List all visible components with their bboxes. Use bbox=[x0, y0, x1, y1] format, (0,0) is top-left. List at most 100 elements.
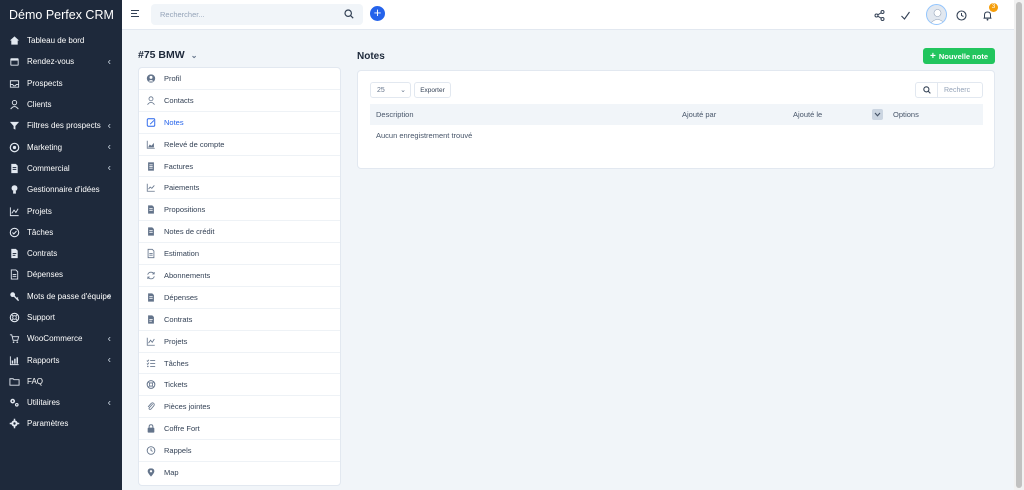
sidebar-item-label: Gestionnaire d'idées bbox=[27, 185, 100, 195]
sidebar-item-10[interactable]: Tâches bbox=[0, 222, 122, 243]
chevron-left-icon: ‹ bbox=[107, 141, 111, 153]
search-icon[interactable] bbox=[344, 9, 354, 21]
sidebar-item-1[interactable]: Tableau de bord bbox=[0, 30, 122, 51]
column-added-by[interactable]: Ajouté par bbox=[682, 110, 716, 119]
sidebar-item-16[interactable]: Rapports ‹ bbox=[0, 349, 122, 370]
quick-add-button[interactable]: + bbox=[370, 6, 385, 21]
invoice-icon bbox=[146, 161, 156, 171]
page-size-select[interactable]: 25 ⌄ bbox=[370, 82, 411, 98]
tab-1[interactable]: Profil bbox=[139, 68, 340, 90]
top-header: Rechercher... + 3 bbox=[122, 0, 1014, 30]
check-circle-icon bbox=[9, 227, 20, 238]
check-icon[interactable] bbox=[898, 8, 912, 22]
tab-3[interactable]: Notes bbox=[139, 112, 340, 134]
tab-6[interactable]: Paiements bbox=[139, 177, 340, 200]
new-note-button[interactable]: + Nouvelle note bbox=[923, 48, 995, 64]
tab-label: Rappels bbox=[164, 446, 192, 456]
tab-label: Contrats bbox=[164, 314, 193, 324]
sidebar-item-3[interactable]: Prospects bbox=[0, 73, 122, 94]
sort-chevron-icon[interactable] bbox=[872, 109, 883, 120]
column-added-on[interactable]: Ajouté le bbox=[793, 110, 822, 119]
sidebar-item-label: Contrats bbox=[27, 249, 58, 259]
tab-4[interactable]: Relevé de compte bbox=[139, 134, 340, 156]
home-icon bbox=[9, 35, 20, 46]
target-icon bbox=[9, 142, 20, 153]
sidebar-item-13[interactable]: Mots de passe d'équipe ‹ bbox=[0, 286, 122, 307]
sidebar-item-11[interactable]: Contrats bbox=[0, 243, 122, 264]
sidebar-item-8[interactable]: Gestionnaire d'idées bbox=[0, 179, 122, 200]
tab-12[interactable]: Contrats bbox=[139, 309, 340, 331]
tab-label: Map bbox=[164, 468, 179, 478]
contract-icon bbox=[9, 248, 20, 259]
sidebar-item-label: Rapports bbox=[27, 355, 60, 365]
user-circle-icon bbox=[146, 73, 156, 83]
avatar[interactable] bbox=[926, 4, 947, 25]
new-note-label: Nouvelle note bbox=[938, 51, 989, 61]
sidebar-item-label: Prospects bbox=[27, 78, 63, 88]
tab-18[interactable]: Rappels bbox=[139, 440, 340, 463]
export-button[interactable]: Exporter bbox=[414, 82, 451, 98]
tab-5[interactable]: Factures bbox=[139, 156, 340, 178]
customer-title[interactable]: #75 BMW ⌄ bbox=[138, 49, 197, 61]
empty-message: Aucun enregistrement trouvé bbox=[376, 131, 473, 140]
sidebar-item-19[interactable]: Paramètres bbox=[0, 413, 122, 434]
tab-9[interactable]: Estimation bbox=[139, 243, 340, 266]
clock-icon[interactable] bbox=[954, 8, 968, 22]
tab-15[interactable]: Tickets bbox=[139, 374, 340, 397]
sidebar-item-17[interactable]: FAQ bbox=[0, 371, 122, 392]
sidebar-item-4[interactable]: Clients bbox=[0, 94, 122, 115]
chart-icon bbox=[146, 336, 156, 346]
sidebar-item-18[interactable]: Utilitaires ‹ bbox=[0, 392, 122, 413]
sidebar-item-label: Mots de passe d'équipe bbox=[27, 291, 112, 301]
chevron-down-icon[interactable]: ⌄ bbox=[191, 51, 198, 60]
report-icon bbox=[9, 355, 20, 366]
tab-label: Profil bbox=[164, 73, 182, 83]
tab-label: Coffre Fort bbox=[164, 424, 200, 434]
tab-7[interactable]: Propositions bbox=[139, 199, 340, 222]
table-search-input[interactable]: Recherc bbox=[915, 82, 983, 98]
sidebar-item-14[interactable]: Support bbox=[0, 307, 122, 328]
tray-icon bbox=[9, 78, 20, 89]
sidebar-item-label: Support bbox=[27, 313, 56, 322]
gear-icon bbox=[9, 418, 20, 429]
tab-label: Projets bbox=[164, 336, 188, 346]
tab-16[interactable]: Pièces jointes bbox=[139, 396, 340, 419]
sidebar-item-7[interactable]: Commercial ‹ bbox=[0, 158, 122, 179]
chevron-down-icon: ⌄ bbox=[400, 87, 406, 94]
brand-logo[interactable]: Démo Perfex CRM bbox=[0, 0, 122, 30]
sidebar-item-15[interactable]: WooCommerce ‹ bbox=[0, 328, 122, 349]
share-icon[interactable] bbox=[872, 8, 886, 22]
tab-13[interactable]: Projets bbox=[139, 331, 340, 353]
tab-14[interactable]: Tâches bbox=[139, 353, 340, 375]
document-icon bbox=[146, 227, 156, 237]
sidebar-item-label: Dépenses bbox=[27, 270, 64, 280]
customer-name: #75 BMW bbox=[138, 49, 185, 61]
column-description[interactable]: Description bbox=[376, 110, 414, 119]
tab-11[interactable]: Dépenses bbox=[139, 287, 340, 309]
tab-2[interactable]: Contacts bbox=[139, 90, 340, 112]
calendar-icon bbox=[9, 56, 20, 67]
sidebar-item-2[interactable]: Rendez-vous ‹ bbox=[0, 51, 122, 72]
sidebar-item-6[interactable]: Marketing ‹ bbox=[0, 136, 122, 157]
tab-19[interactable]: Map bbox=[139, 462, 340, 484]
sidebar-menu: Tableau de bord Rendez-vous ‹ Prospects Clie… bbox=[0, 30, 122, 435]
tab-17[interactable]: Coffre Fort bbox=[139, 418, 340, 441]
search-input[interactable]: Rechercher... bbox=[151, 4, 363, 25]
chevron-left-icon: ‹ bbox=[107, 162, 111, 174]
tab-label: Propositions bbox=[164, 205, 206, 215]
tab-8[interactable]: Notes de crédit bbox=[139, 221, 340, 244]
menu-toggle-icon[interactable] bbox=[131, 10, 139, 19]
table-header: Description Ajouté par Ajouté le Options bbox=[370, 104, 983, 125]
sidebar-item-12[interactable]: Dépenses bbox=[0, 264, 122, 285]
sidebar-item-label: Tâches bbox=[27, 227, 54, 237]
lock-icon bbox=[146, 424, 156, 434]
sidebar-item-label: Clients bbox=[27, 100, 52, 110]
sidebar-item-label: Marketing bbox=[27, 142, 63, 152]
sidebar-item-5[interactable]: Filtres des prospects ‹ bbox=[0, 115, 122, 136]
page-scrollbar[interactable] bbox=[1014, 0, 1024, 490]
user-icon bbox=[9, 99, 20, 110]
chevron-left-icon: ‹ bbox=[107, 333, 111, 345]
sidebar-item-9[interactable]: Projets bbox=[0, 200, 122, 221]
tab-10[interactable]: Abonnements bbox=[139, 265, 340, 287]
notes-panel: 25 ⌄ Exporter Recherc Description Ajouté… bbox=[357, 70, 995, 169]
